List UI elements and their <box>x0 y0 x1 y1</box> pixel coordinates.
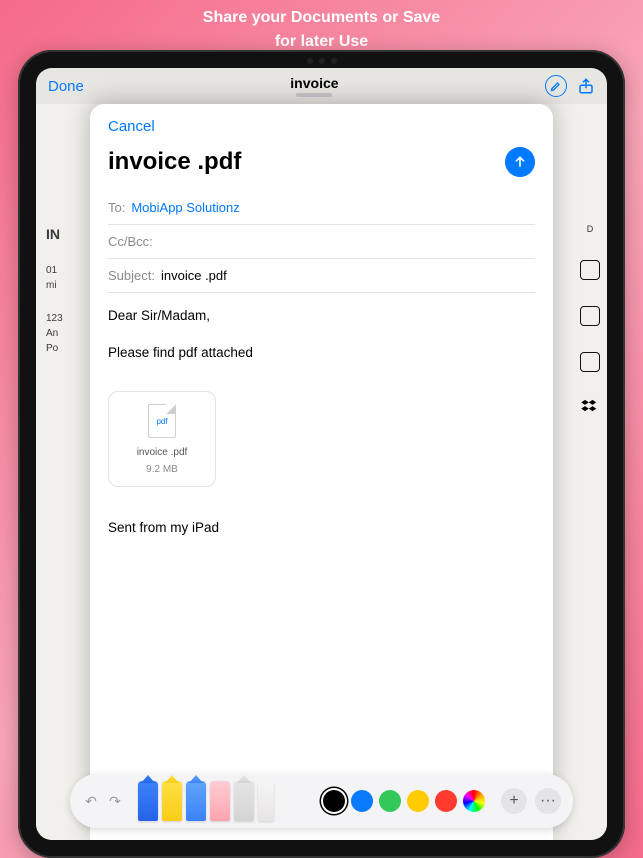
color-blue[interactable] <box>351 790 373 812</box>
copy-icon[interactable] <box>580 260 600 280</box>
window-icon[interactable] <box>580 352 600 372</box>
share-side-panel: D <box>573 224 607 418</box>
color-yellow[interactable] <box>407 790 429 812</box>
attachment-name: invoice .pdf <box>115 444 209 461</box>
ipad-screen: Done invoice IN 01 mi 123 An Po <box>36 68 607 840</box>
subject-value: invoice .pdf <box>161 268 227 283</box>
body-greeting: Dear Sir/Madam, <box>108 305 535 328</box>
highlighter-tool[interactable] <box>162 781 182 821</box>
attachment[interactable]: pdf invoice .pdf 9.2 MB <box>108 391 216 487</box>
file-icon: pdf <box>148 404 176 438</box>
pen-tool[interactable] <box>138 781 158 821</box>
signature: Sent from my iPad <box>108 517 535 540</box>
ccbcc-label: Cc/Bcc: <box>108 234 153 249</box>
done-button[interactable]: Done <box>48 78 84 95</box>
markup-pen-icon[interactable] <box>545 75 567 97</box>
pencil-tool[interactable] <box>186 781 206 821</box>
redo-button[interactable]: ↷ <box>106 792 124 810</box>
ipad-frame: Done invoice IN 01 mi 123 An Po <box>18 50 625 858</box>
cancel-button[interactable]: Cancel <box>108 114 535 147</box>
color-red[interactable] <box>435 790 457 812</box>
side-label: D <box>587 224 594 234</box>
bg-doc-text: IN 01 mi 123 An Po <box>36 224 96 356</box>
eraser-tool[interactable] <box>210 781 230 821</box>
duplicate-icon[interactable] <box>580 306 600 326</box>
ccbcc-field[interactable]: Cc/Bcc: <box>108 225 535 259</box>
grabber-icon <box>296 93 332 97</box>
color-wheel[interactable] <box>463 790 485 812</box>
document-title: invoice <box>84 75 545 97</box>
to-label: To: <box>108 200 125 215</box>
send-button[interactable] <box>505 147 535 177</box>
color-black[interactable] <box>323 790 345 812</box>
to-field[interactable]: To: MobiApp Solutionz <box>108 191 535 225</box>
more-button[interactable]: ··· <box>535 788 561 814</box>
mail-title: invoice .pdf <box>108 148 241 176</box>
dropbox-icon[interactable] <box>580 398 600 418</box>
mail-body[interactable]: Dear Sir/Madam, Please find pdf attached… <box>108 293 535 540</box>
promo-line-1: Share your Documents or Save <box>0 6 643 30</box>
attachment-size: 9.2 MB <box>115 461 209 478</box>
top-nav: Done invoice <box>36 68 607 104</box>
undo-button[interactable]: ↶ <box>82 792 100 810</box>
lasso-tool[interactable] <box>234 781 254 821</box>
color-green[interactable] <box>379 790 401 812</box>
ruler-tool[interactable] <box>258 781 274 821</box>
subject-label: Subject: <box>108 268 155 283</box>
subject-field[interactable]: Subject: invoice .pdf <box>108 259 535 293</box>
to-value: MobiApp Solutionz <box>131 200 239 215</box>
add-button[interactable]: + <box>501 788 527 814</box>
markup-toolbar: ↶ ↷ + ··· <box>70 774 573 828</box>
mail-compose-modal: Cancel invoice .pdf To: MobiApp Solution… <box>90 104 553 840</box>
share-icon[interactable] <box>577 76 595 96</box>
camera-notch <box>292 58 352 64</box>
body-line: Please find pdf attached <box>108 342 535 365</box>
